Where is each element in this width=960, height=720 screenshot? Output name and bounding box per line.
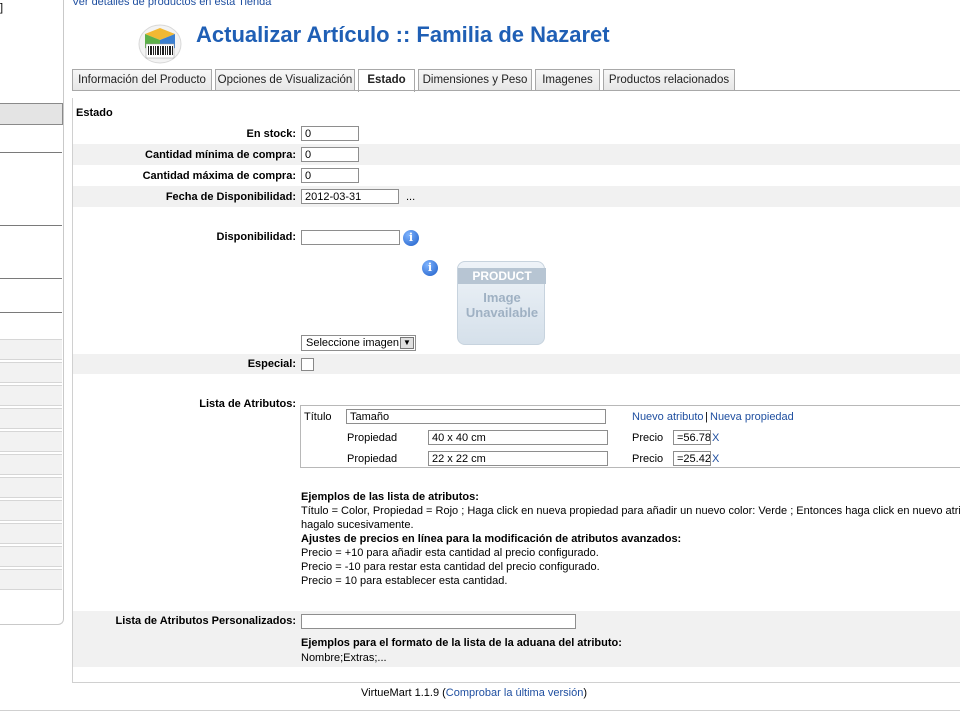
sidebar-item[interactable] xyxy=(0,362,62,383)
examples-heading: Ejemplos de las lista de atributos: xyxy=(301,491,479,503)
sidebar-item[interactable] xyxy=(0,385,62,406)
examples-heading: Ajustes de precios en línea para la modi… xyxy=(301,533,682,545)
sidebar-item[interactable] xyxy=(0,546,62,567)
image-select-value: Seleccione imagen xyxy=(306,337,399,349)
custom-attrs-label: Lista de Atributos Personalizados: xyxy=(115,615,296,627)
examples-text: Precio = 10 para establecer esta cantida… xyxy=(301,575,508,587)
sidebar-item[interactable] xyxy=(0,454,62,475)
price-input[interactable]: =56.78 xyxy=(673,430,711,445)
property-label: Propiedad xyxy=(347,432,398,444)
sidebar-divider xyxy=(0,225,62,226)
sidebar-bracket: ] xyxy=(0,2,4,14)
max-compra-input[interactable]: 0 xyxy=(301,168,359,183)
page-title: Actualizar Artículo :: Familia de Nazare… xyxy=(196,22,610,47)
link-separator: | xyxy=(705,411,708,423)
row-especial-bg xyxy=(73,354,960,374)
en-stock-input[interactable]: 0 xyxy=(301,126,359,141)
new-attribute-link[interactable]: Nuevo atributo xyxy=(632,411,704,423)
sidebar-active-item[interactable] xyxy=(0,103,63,125)
product-image-placeholder: PRODUCT Image Unavailable xyxy=(457,261,546,345)
sidebar-item[interactable] xyxy=(0,431,62,452)
disponibilidad-label: Disponibilidad: xyxy=(216,231,296,243)
especial-label: Especial: xyxy=(247,358,296,370)
date-picker-button[interactable]: ... xyxy=(406,191,415,203)
en-stock-label: En stock: xyxy=(246,128,296,140)
custom-attrs-input[interactable] xyxy=(301,614,576,629)
barcode-box-icon xyxy=(137,20,183,64)
check-latest-version-link[interactable]: Comprobar la última versión xyxy=(446,687,584,699)
examples-text: Precio = -10 para restar esta cantidad d… xyxy=(301,561,600,573)
section-title: Estado xyxy=(76,107,113,119)
fecha-input[interactable]: 2012-03-31 xyxy=(301,189,399,204)
min-compra-label: Cantidad mínima de compra: xyxy=(145,149,296,161)
product-image-text: PRODUCT xyxy=(458,268,546,284)
property-input[interactable]: 40 x 40 cm xyxy=(428,430,608,445)
price-input[interactable]: =25.42 xyxy=(673,451,711,466)
tab-dimensions-weight[interactable]: Dimensiones y Peso xyxy=(418,69,532,91)
footer: VirtueMart 1.1.9 (Comprobar la última ve… xyxy=(361,687,587,699)
sidebar-item[interactable] xyxy=(0,408,62,429)
sidebar-divider xyxy=(0,278,62,279)
examples-text: Título = Color, Propiedad = Rojo ; Haga … xyxy=(301,505,960,517)
view-product-details-link[interactable]: Ver detalles de productos en esta Tienda xyxy=(72,0,271,8)
tab-divider xyxy=(72,90,960,91)
property-input[interactable]: 22 x 22 cm xyxy=(428,451,608,466)
footer-divider xyxy=(0,710,960,711)
new-property-link[interactable]: Nueva propiedad xyxy=(710,411,794,423)
sidebar-item[interactable] xyxy=(0,523,62,544)
chevron-down-icon[interactable]: ▼ xyxy=(400,337,414,349)
property-label: Propiedad xyxy=(347,453,398,465)
tab-images[interactable]: Imagenes xyxy=(535,69,600,91)
sidebar-item[interactable] xyxy=(0,500,62,521)
tab-estado[interactable]: Estado xyxy=(358,69,415,92)
attr-title-input[interactable]: Tamaño xyxy=(346,409,606,424)
examples-text: hagalo sucesivamente. xyxy=(301,519,414,531)
max-compra-label: Cantidad máxima de compra: xyxy=(142,170,296,182)
delete-property-button[interactable]: X xyxy=(712,453,719,465)
footer-paren: ) xyxy=(583,687,588,699)
attributes-label: Lista de Atributos: xyxy=(199,398,296,410)
version-text: VirtueMart 1.1.9 xyxy=(361,687,440,699)
custom-attrs-heading: Ejemplos para el formato de la lista de … xyxy=(301,637,622,649)
info-icon[interactable]: i xyxy=(422,260,438,276)
sidebar-item[interactable] xyxy=(0,569,62,590)
fecha-label: Fecha de Disponibilidad: xyxy=(165,191,296,203)
left-sidebar: ] xyxy=(0,0,64,625)
tab-display-options[interactable]: Opciones de Visualización xyxy=(215,69,355,91)
examples-text: Precio = +10 para añadir esta cantidad a… xyxy=(301,547,599,559)
price-label: Precio xyxy=(632,453,664,465)
info-icon[interactable]: i xyxy=(403,230,419,246)
product-image-text: Image Unavailable xyxy=(465,290,539,320)
sidebar-item[interactable] xyxy=(0,339,62,360)
tab-related-products[interactable]: Productos relacionados xyxy=(603,69,735,91)
sidebar-divider xyxy=(0,312,62,313)
sidebar-divider xyxy=(0,152,62,153)
price-label: Precio xyxy=(632,432,664,444)
delete-property-button[interactable]: X xyxy=(712,432,719,444)
attr-title-label: Título xyxy=(304,411,332,423)
image-select[interactable]: Seleccione imagen ▼ xyxy=(301,335,416,351)
tab-product-info[interactable]: Información del Producto xyxy=(72,69,212,91)
min-compra-input[interactable]: 0 xyxy=(301,147,359,162)
sidebar-item[interactable] xyxy=(0,477,62,498)
custom-attrs-example: Nombre;Extras;... xyxy=(301,652,387,664)
disponibilidad-input[interactable] xyxy=(301,230,400,245)
especial-checkbox[interactable] xyxy=(301,358,314,371)
